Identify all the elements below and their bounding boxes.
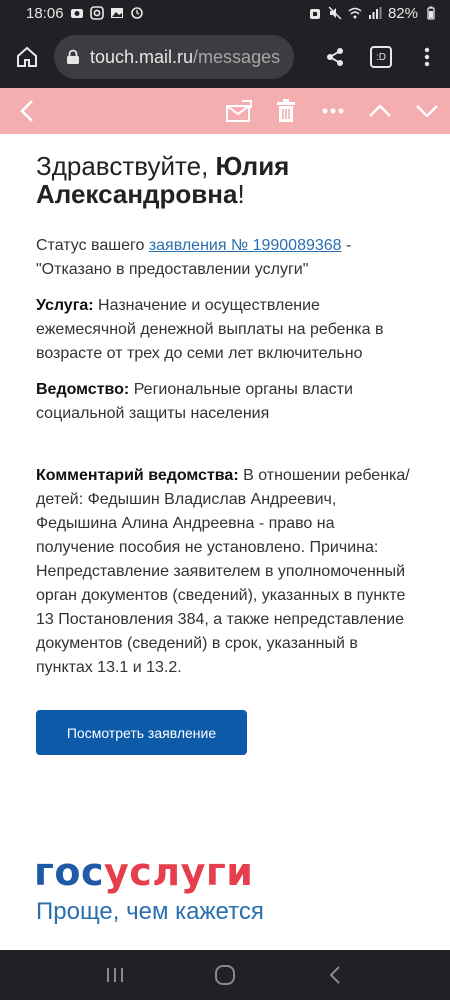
more-vertical-icon (424, 47, 430, 67)
tab-count: :D (370, 46, 392, 68)
battery-percent: 82% (387, 4, 418, 22)
tagline: Проще, чем кажется (36, 898, 264, 925)
next-icon (415, 105, 438, 117)
next-message-button[interactable] (403, 88, 450, 134)
recent-apps-button[interactable] (95, 955, 135, 995)
gallery-icon (110, 8, 123, 18)
status-prefix: Статус вашего (36, 237, 149, 254)
back-button[interactable] (0, 88, 54, 134)
view-application-button[interactable]: Посмотреть заявление (36, 710, 247, 755)
lock-icon (67, 49, 79, 64)
gosuslugi-logo[interactable]: госуслуги (34, 850, 253, 894)
share-button[interactable] (312, 26, 358, 88)
sync-icon (130, 7, 143, 19)
comment-text: В отношении ребенка/детей: Федышин Влади… (36, 467, 410, 676)
logo-part-uslugi: услуги (104, 850, 254, 894)
service-label: Услуга: (36, 297, 94, 314)
wifi-icon (348, 7, 362, 19)
logo-part-gos: гос (34, 850, 104, 894)
url-host: touch.mail.ru (90, 46, 194, 67)
tabs-button[interactable]: :D (358, 26, 404, 88)
prev-icon (368, 105, 391, 117)
status-bar: 18:06 82% (0, 0, 450, 26)
mute-icon (328, 6, 342, 20)
signal-icon (368, 7, 382, 19)
greeting-prefix: Здравствуйте, (36, 151, 216, 181)
browser-toolbar: touch.mail.ru/messages :D (0, 26, 450, 88)
alarm-icon (309, 9, 320, 19)
home-circle-icon (215, 965, 235, 985)
previous-message-button[interactable] (356, 88, 403, 134)
service-paragraph: Услуга: Назначение и осуществление ежеме… (36, 294, 416, 366)
application-link[interactable]: заявления № 1990089368 (149, 237, 342, 254)
menu-button[interactable] (404, 26, 450, 88)
agency-paragraph: Ведомство: Региональные органы власти со… (36, 378, 416, 426)
comment-label: Комментарий ведомства: (36, 467, 239, 484)
message-body: Здравствуйте, Юлия Александровна! Статус… (36, 152, 416, 680)
back-icon (20, 100, 33, 122)
back-nav-icon (329, 966, 340, 984)
home-nav-button[interactable] (205, 955, 245, 995)
system-navigation-bar (0, 950, 450, 1000)
url-path: /messages (193, 46, 281, 67)
home-button[interactable] (0, 26, 54, 88)
mark-read-icon (225, 100, 252, 122)
more-icon (322, 108, 343, 114)
agency-label: Ведомство: (36, 381, 130, 398)
more-button[interactable] (309, 88, 356, 134)
camera-icon (70, 9, 83, 18)
delete-icon (276, 99, 295, 122)
instagram-icon (89, 6, 104, 20)
share-icon (327, 48, 343, 66)
status-paragraph: Статус вашего заявления № 1990089368 - "… (36, 234, 416, 282)
comment-paragraph: Комментарий ведомства: В отношении ребен… (36, 464, 416, 680)
battery-icon (427, 6, 435, 20)
home-icon (17, 46, 37, 67)
greeting-suffix: ! (237, 179, 245, 209)
mail-toolbar (0, 88, 450, 134)
back-nav-button[interactable] (315, 955, 355, 995)
clock: 18:06 (26, 4, 64, 22)
recent-apps-icon (107, 968, 123, 982)
address-bar[interactable]: touch.mail.ru/messages (54, 35, 294, 79)
mark-read-button[interactable] (215, 88, 262, 134)
greeting: Здравствуйте, Юлия Александровна! (36, 152, 416, 208)
delete-button[interactable] (262, 88, 309, 134)
